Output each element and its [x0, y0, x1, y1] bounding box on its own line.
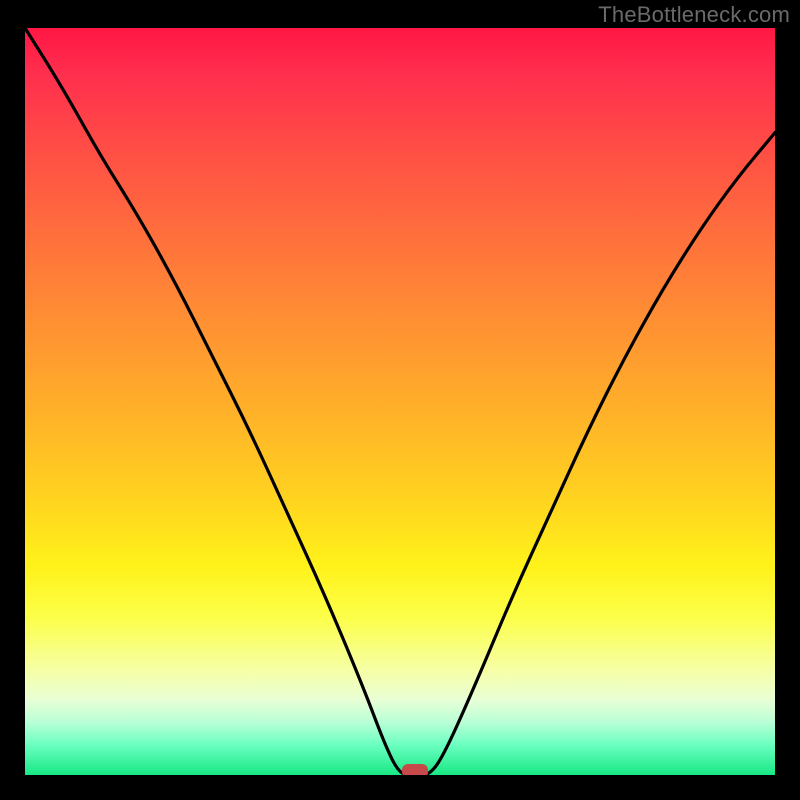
chart-frame: TheBottleneck.com: [0, 0, 800, 800]
watermark-label: TheBottleneck.com: [598, 2, 790, 28]
bottleneck-curve: [25, 28, 775, 775]
plot-area: [25, 28, 775, 775]
optimum-marker: [402, 764, 428, 775]
chart-overlay: [25, 28, 775, 775]
